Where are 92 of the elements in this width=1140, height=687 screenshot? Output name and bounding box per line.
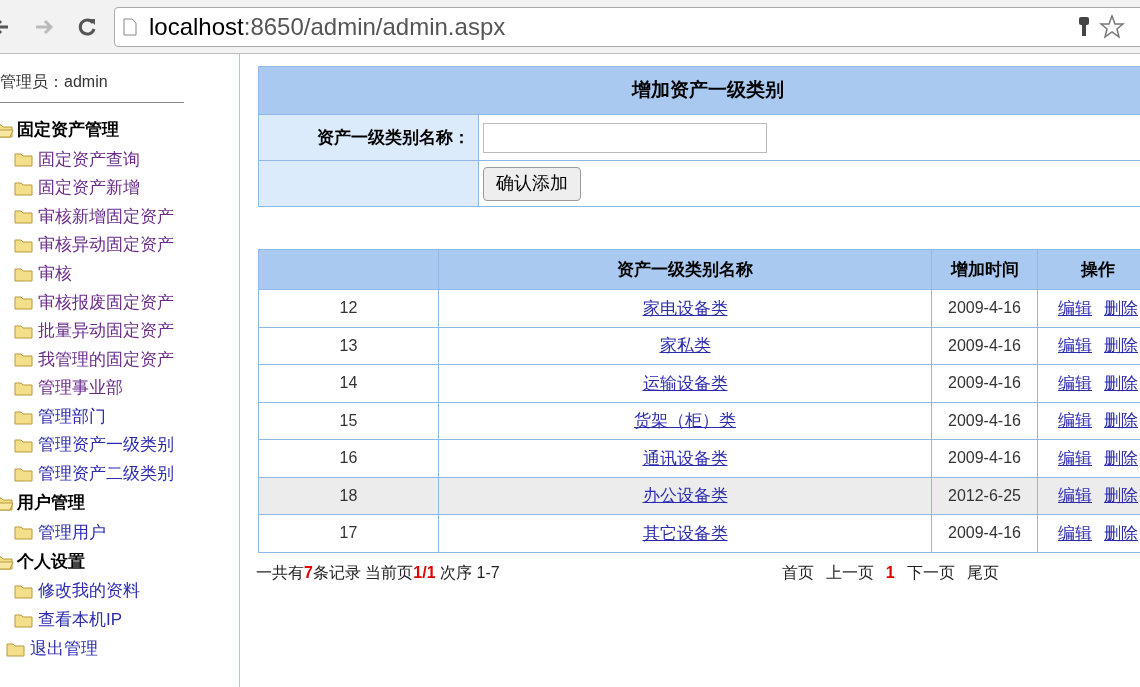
edit-link[interactable]: 编辑 bbox=[1058, 523, 1092, 543]
folder-icon bbox=[14, 179, 34, 196]
folder-icon bbox=[14, 437, 34, 454]
menu-link[interactable]: 管理事业部 bbox=[38, 375, 123, 401]
folder-icon bbox=[14, 208, 34, 225]
edit-link[interactable]: 编辑 bbox=[1058, 298, 1092, 318]
delete-link[interactable]: 删除 bbox=[1104, 448, 1138, 468]
admin-label: 管理员：admin bbox=[0, 70, 184, 103]
pager-link[interactable]: 尾页 bbox=[966, 560, 999, 585]
menu-link[interactable]: 修改我的资料 bbox=[38, 578, 140, 604]
edit-link[interactable]: 编辑 bbox=[1058, 411, 1092, 430]
edit-link[interactable]: 编辑 bbox=[1058, 373, 1092, 393]
folder-icon bbox=[14, 151, 34, 168]
delete-link[interactable]: 删除 bbox=[1104, 373, 1138, 393]
folder-icon bbox=[14, 237, 34, 254]
pager-link[interactable]: 下一页 bbox=[906, 560, 955, 585]
column-header: 资产一级类别名称 bbox=[438, 249, 932, 290]
menu-link[interactable]: 审核异动固定资产 bbox=[38, 232, 174, 258]
menu-link[interactable]: 管理部门 bbox=[38, 403, 106, 430]
folder-icon bbox=[14, 351, 34, 368]
menu-group-title[interactable]: 固定资产管理 bbox=[17, 117, 119, 143]
folder-icon bbox=[14, 380, 34, 397]
folder-icon bbox=[14, 322, 34, 339]
folder-icon bbox=[14, 611, 34, 628]
edit-link[interactable]: 编辑 bbox=[1058, 336, 1092, 355]
delete-link[interactable]: 删除 bbox=[1104, 298, 1138, 318]
menu-link[interactable]: 批量异动固定资产 bbox=[38, 318, 174, 344]
folder-icon bbox=[14, 265, 34, 282]
edit-link[interactable]: 编辑 bbox=[1058, 486, 1092, 505]
open-folder-icon bbox=[0, 553, 14, 570]
table-cell: 15 bbox=[258, 402, 439, 440]
menu-link[interactable]: 审核新增固定资产 bbox=[38, 203, 174, 230]
table-cell: 12 bbox=[258, 289, 439, 327]
key-icon[interactable] bbox=[1077, 15, 1091, 38]
menu-group-title[interactable]: 个人设置 bbox=[17, 548, 85, 575]
table-cell: 17 bbox=[258, 514, 439, 552]
menu-link[interactable]: 审核 bbox=[38, 260, 72, 287]
open-folder-icon bbox=[0, 122, 14, 138]
menu-link[interactable]: 审核报废固定资产 bbox=[38, 289, 174, 315]
table-cell: 2009-4-16 bbox=[931, 439, 1038, 477]
table-cell: 2009-4-16 bbox=[931, 364, 1038, 402]
table-cell: 14 bbox=[258, 364, 439, 402]
table-cell: 2009-4-16 bbox=[931, 289, 1038, 327]
page-icon bbox=[123, 17, 137, 36]
table-cell: 16 bbox=[258, 439, 439, 477]
category-link[interactable]: 其它设备类 bbox=[642, 523, 728, 543]
open-folder-icon bbox=[0, 495, 14, 512]
folder-icon bbox=[14, 524, 34, 541]
folder-icon bbox=[14, 408, 34, 425]
category-link[interactable]: 家私类 bbox=[659, 336, 711, 355]
form-title: 增加资产一级类别 bbox=[258, 66, 1140, 115]
column-header: 增加时间 bbox=[931, 249, 1038, 290]
folder-icon bbox=[6, 640, 26, 657]
menu-link[interactable]: 固定资产查询 bbox=[38, 146, 140, 173]
star-icon[interactable] bbox=[1099, 13, 1125, 40]
category-link[interactable]: 货架（柜）类 bbox=[634, 411, 736, 430]
table-cell: 2009-4-16 bbox=[931, 327, 1038, 365]
menu-group-title[interactable]: 用户管理 bbox=[17, 490, 85, 516]
menu-link[interactable]: 固定资产新增 bbox=[38, 175, 140, 201]
category-link[interactable]: 通讯设备类 bbox=[642, 448, 728, 468]
confirm-add-button[interactable]: 确认添加 bbox=[483, 166, 581, 201]
folder-icon bbox=[14, 294, 34, 311]
menu-link[interactable]: 管理用户 bbox=[38, 519, 106, 546]
table-cell: 2009-4-16 bbox=[931, 402, 1038, 440]
menu-link[interactable]: 查看本机IP bbox=[38, 606, 123, 633]
edit-link[interactable]: 编辑 bbox=[1058, 448, 1092, 468]
folder-icon bbox=[14, 583, 34, 599]
menu-link[interactable]: 管理资产一级类别 bbox=[38, 432, 174, 458]
field-label: 资产一级类别名称： bbox=[258, 114, 479, 161]
table-cell: 2012-6-25 bbox=[931, 477, 1038, 515]
table-cell: 2009-4-16 bbox=[931, 514, 1038, 552]
record-summary: 一共有7条记录 当前页1/1 次序 1-7 bbox=[256, 562, 500, 583]
logout-link[interactable]: 退出管理 bbox=[30, 636, 98, 662]
url-text: localhost:8650/admin/admin.aspx bbox=[149, 11, 506, 42]
delete-link[interactable]: 删除 bbox=[1104, 336, 1138, 355]
folder-icon bbox=[14, 465, 34, 482]
menu-link[interactable]: 我管理的固定资产 bbox=[38, 346, 174, 373]
table-cell: 13 bbox=[258, 327, 439, 365]
column-header: 操作 bbox=[1037, 249, 1140, 290]
category-link[interactable]: 运输设备类 bbox=[642, 373, 728, 393]
pager-link[interactable]: 首页 bbox=[781, 560, 814, 585]
category-link[interactable]: 家电设备类 bbox=[642, 298, 728, 318]
category-name-field[interactable] bbox=[483, 122, 767, 153]
table-cell: 18 bbox=[258, 477, 439, 515]
delete-link[interactable]: 删除 bbox=[1104, 411, 1138, 430]
delete-link[interactable]: 删除 bbox=[1104, 523, 1138, 543]
pager-link[interactable]: 上一页 bbox=[825, 560, 874, 585]
menu-link[interactable]: 管理资产二级类别 bbox=[38, 461, 174, 487]
current-page-number[interactable]: 1 bbox=[885, 560, 895, 585]
category-link[interactable]: 办公设备类 bbox=[642, 486, 728, 505]
address-bar[interactable]: localhost:8650/admin/admin.aspx bbox=[114, 6, 1140, 47]
delete-link[interactable]: 删除 bbox=[1104, 486, 1138, 505]
